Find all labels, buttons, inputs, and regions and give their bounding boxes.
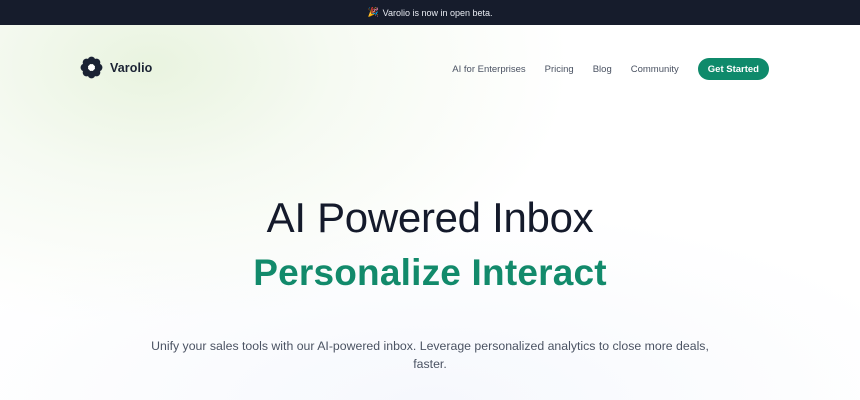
hero-description: Unify your sales tools with our AI-power… (151, 339, 709, 371)
main-nav: AI for Enterprises Pricing Blog Communit… (452, 58, 769, 80)
brand-name: Varolio (110, 60, 153, 75)
nav-link-pricing[interactable]: Pricing (545, 64, 574, 75)
nav-link-blog[interactable]: Blog (593, 64, 612, 75)
landing-page: Varolio AI for Enterprises Pricing Blog … (0, 25, 860, 400)
brand-logo[interactable]: Varolio (80, 56, 152, 79)
hero-subtitle: Personalize Interact (253, 252, 607, 293)
nav-link-ai-for-enterprises[interactable]: AI for Enterprises (452, 64, 525, 75)
party-popper-icon: 🎉 (367, 7, 379, 17)
flower-logo-icon (80, 56, 103, 79)
nav-link-community[interactable]: Community (631, 64, 679, 75)
hero-title: AI Powered Inbox (266, 194, 594, 241)
get-started-button[interactable]: Get Started (697, 58, 769, 80)
announcement-bar: 🎉 Varolio is now in open beta. (0, 0, 860, 25)
announcement-text: Varolio is now in open beta. (382, 7, 493, 18)
